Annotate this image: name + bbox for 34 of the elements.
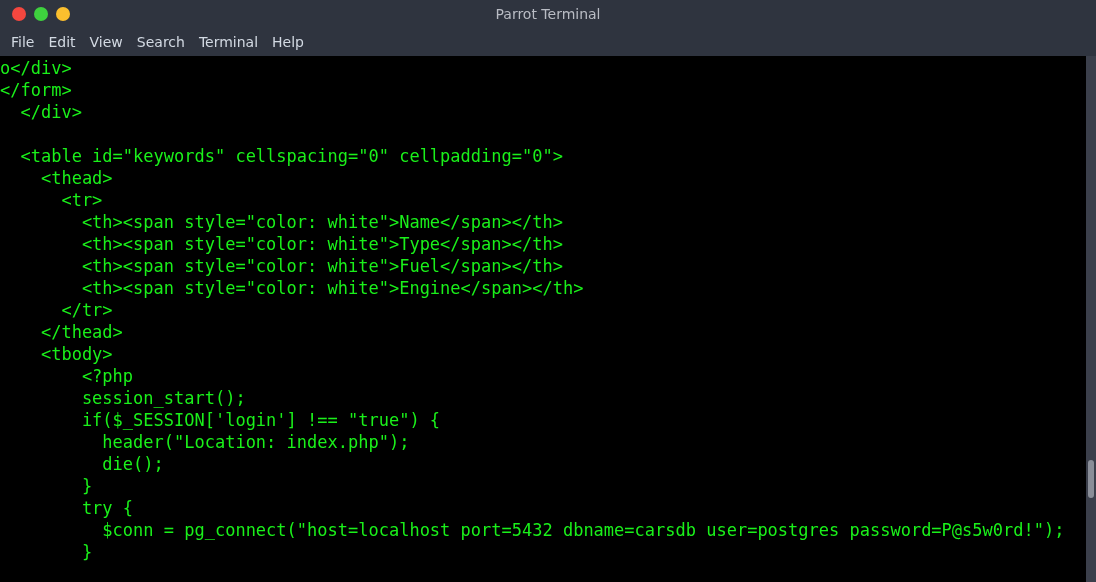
menu-item[interactable]: Terminal [191,28,266,56]
terminal-line: </form> [0,79,72,101]
terminal-line: header("Location: index.php"); [101,431,410,453]
terminal-line: $conn = pg_connect("host=localhost port=5432 dbname=carsdb user=postgres password=P@s5w0rd!"); [101,519,1065,541]
terminal-line: <thead> [39,167,113,189]
menu-item[interactable]: Edit [41,28,83,56]
maximize-button[interactable] [34,7,48,21]
window-title: Parrot Terminal [495,6,601,22]
terminal-line: </div> [19,101,82,123]
terminal-line: <?php [80,365,134,387]
terminal-line: <th><span style="color: white">Type</span></th> [80,233,563,255]
terminal-line: <th><span style="color: white">Fuel</span></th> [80,255,563,277]
terminal-line: if($_SESSION['login'] !== "true") { [80,409,441,431]
terminal-line: die(); [101,453,164,475]
terminal-line: try { [80,497,134,519]
terminal-line: </tr> [60,299,113,321]
close-button[interactable] [12,7,26,21]
terminal-line: <tbody> [39,343,113,365]
menu-item[interactable]: Help [265,28,311,56]
terminal-line: session_start(); [80,387,246,409]
terminal-line: <th><span style="color: white">Name</span></th> [80,211,563,233]
terminal-line: } [80,541,93,563]
menu-item[interactable]: Search [129,28,192,56]
menu-item[interactable]: File [4,28,42,56]
terminal-line: } [80,475,93,497]
terminal-line: </thead> [39,321,123,343]
terminal-line: <tr> [60,189,103,211]
menu-item[interactable]: View [82,28,130,56]
terminal-line: <table id="keywords" cellspacing="0" cellpadding="0"> [19,145,563,167]
scrollbar[interactable] [1086,56,1096,582]
terminal-line: <th><span style="color: white">Engine</span></th> [80,277,584,299]
terminal-line: o</div> [0,57,72,79]
scrollbar-thumb[interactable] [1088,460,1094,498]
minimize-button[interactable] [56,7,70,21]
